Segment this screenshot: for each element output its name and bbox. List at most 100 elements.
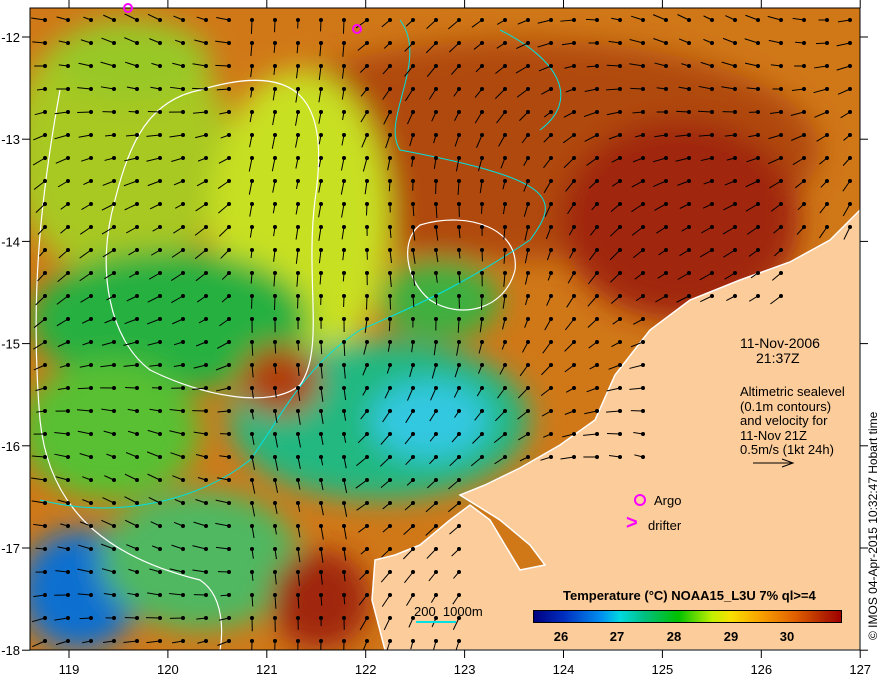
velocity-arrow-origin [135,87,139,91]
velocity-arrow-origin [273,501,277,505]
velocity-arrow-origin [802,202,806,206]
x-tick-label: 126 [750,662,772,677]
velocity-arrow-origin [296,179,300,183]
velocity-arrow-origin [480,248,484,252]
velocity-arrow-origin [365,455,369,459]
velocity-arrow-origin [43,317,47,321]
velocity-arrow-origin [595,225,599,229]
velocity-arrow-origin [365,110,369,114]
velocity-arrow-origin [848,133,852,137]
y-tick-label: -12 [1,30,20,45]
y-tick-label: -18 [1,643,20,658]
velocity-arrow-origin [572,110,576,114]
velocity-arrow-origin [618,317,622,321]
velocity-arrow-origin [802,18,806,22]
velocity-arrow-origin [595,156,599,160]
velocity-arrow-origin [848,18,852,22]
velocity-arrow-origin [503,156,507,160]
velocity-arrow-origin [365,271,369,275]
velocity-arrow-origin [434,524,438,528]
colorbar-tick: 28 [666,629,682,644]
velocity-arrow-origin [549,41,553,45]
velocity-arrow-origin [549,18,553,22]
velocity-arrow-origin [227,248,231,252]
velocity-arrow-origin [779,87,783,91]
colorbar [533,610,842,623]
velocity-arrow-origin [319,64,323,68]
velocity-arrow-origin [411,432,415,436]
velocity-arrow-origin [572,248,576,252]
velocity-arrow-origin [273,41,277,45]
velocity-arrow-origin [388,317,392,321]
velocity-arrow-origin [411,593,415,597]
velocity-arrow-origin [457,110,461,114]
velocity-arrow-origin [411,455,415,459]
velocity-arrow-origin [411,110,415,114]
velocity-arrow-origin [296,363,300,367]
velocity-arrow-origin [503,18,507,22]
velocity-arrow-origin [135,478,139,482]
colorbar-tick: 27 [609,629,625,644]
velocity-arrow-origin [204,64,208,68]
velocity-arrow-origin [457,547,461,551]
velocity-arrow-origin [227,409,231,413]
velocity-arrow-origin [227,524,231,528]
velocity-arrow-origin [825,202,829,206]
velocity-arrow-origin [480,317,484,321]
velocity-arrow-origin [135,64,139,68]
velocity-arrow-origin [112,317,116,321]
velocity-arrow-origin [66,202,70,206]
velocity-arrow-origin [250,409,254,413]
velocity-arrow-origin [779,64,783,68]
velocity-arrow-origin [595,179,599,183]
velocity-arrow-origin [273,87,277,91]
velocity-arrow-origin [342,202,346,206]
velocity-arrow-origin [388,478,392,482]
velocity-arrow-origin [457,386,461,390]
velocity-arrow-origin [572,64,576,68]
velocity-arrow-origin [480,409,484,413]
velocity-arrow-origin [250,156,254,160]
velocity-arrow-origin [66,340,70,344]
velocity-arrow-origin [296,317,300,321]
velocity-arrow-origin [664,202,668,206]
velocity-arrow-origin [618,409,622,413]
velocity-arrow-origin [43,110,47,114]
velocity-arrow-origin [296,64,300,68]
velocity-arrow-origin [802,156,806,160]
velocity-arrow-origin [779,225,783,229]
velocity-arrow-origin [480,271,484,275]
velocity-arrow-origin [319,409,323,413]
velocity-arrow-origin [250,294,254,298]
velocity-arrow-origin [549,340,553,344]
velocity-arrow-origin [296,501,300,505]
velocity-arrow-origin [319,41,323,45]
velocity-arrow-origin [411,156,415,160]
velocity-arrow-origin [457,225,461,229]
velocity-arrow-origin [756,179,760,183]
velocity-arrow-origin [43,639,47,643]
velocity-arrow-origin [457,271,461,275]
velocity-arrow-origin [411,133,415,137]
velocity-arrow-origin [181,133,185,137]
velocity-arrow-origin [710,225,714,229]
velocity-arrow-origin [595,87,599,91]
velocity-arrow-origin [227,271,231,275]
velocity-arrow-origin [687,248,691,252]
velocity-arrow-origin [710,156,714,160]
velocity-arrow-origin [388,524,392,528]
velocity-arrow-origin [227,64,231,68]
y-tick-label: -15 [1,337,20,352]
velocity-arrow-origin [250,87,254,91]
velocity-arrow-origin [848,87,852,91]
velocity-arrow-origin [342,386,346,390]
velocity-arrow-origin [549,271,553,275]
velocity-arrow-origin [802,133,806,137]
image-date: 11-Nov-2006 [740,335,820,351]
velocity-arrow-origin [457,317,461,321]
velocity-arrow-origin [66,18,70,22]
velocity-arrow-origin [342,271,346,275]
velocity-arrow-origin [273,317,277,321]
x-tick-label: 125 [652,662,674,677]
velocity-arrow-origin [158,110,162,114]
